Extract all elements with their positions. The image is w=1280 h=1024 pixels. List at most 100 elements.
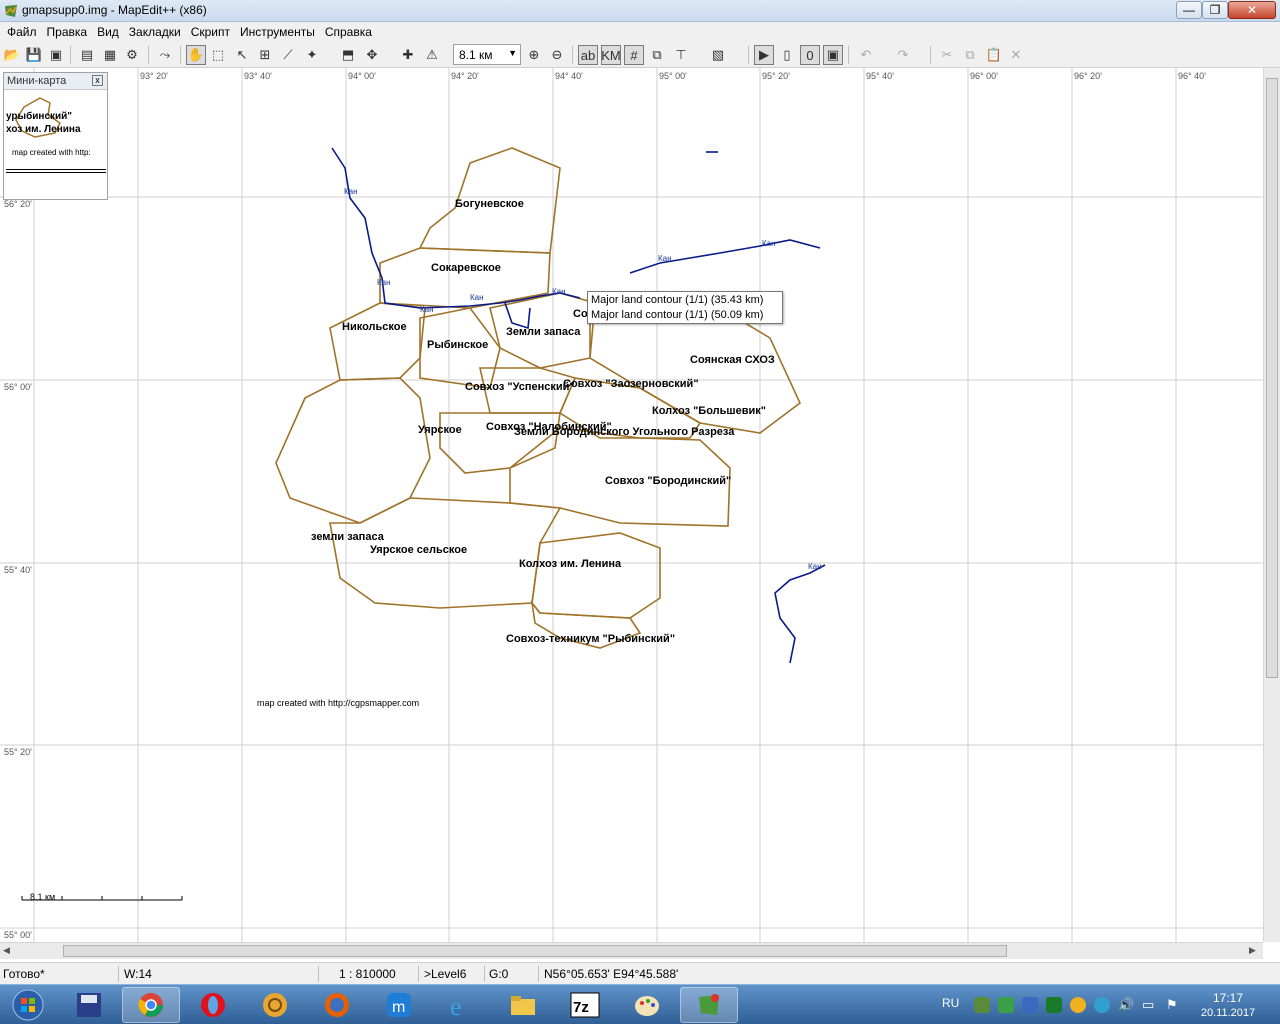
zoom-in-icon[interactable]: ⊕ [524, 45, 544, 65]
place-label[interactable]: Совхоз "Бородинский" [605, 475, 731, 487]
km-icon[interactable]: KM [601, 45, 621, 65]
layer-b-icon[interactable]: ▯ [777, 45, 797, 65]
menu-script[interactable]: Скрипт [186, 25, 235, 39]
map-canvas[interactable]: 93° 20' 93° 40' 94° 00' 94° 20' 94° 40' … [0, 68, 1263, 942]
place-label[interactable]: Уярское [418, 424, 462, 436]
firefox-icon[interactable] [308, 987, 366, 1023]
layer-a-icon[interactable]: ▶ [754, 45, 774, 65]
menu-view[interactable]: Вид [92, 25, 124, 39]
place-label[interactable]: Со [573, 308, 588, 320]
label-icon[interactable]: ab [578, 45, 598, 65]
clock-time[interactable]: 17:17 [1206, 991, 1250, 1005]
opera-icon[interactable] [184, 987, 242, 1023]
paint-icon[interactable] [618, 987, 676, 1023]
horizontal-scrollbar[interactable]: ◀ ▶ [0, 942, 1263, 959]
display-icon[interactable]: ▭ [1142, 997, 1158, 1013]
navigator-icon[interactable] [246, 987, 304, 1023]
scroll-left-icon[interactable]: ◀ [3, 945, 10, 956]
scroll-thumb[interactable] [1266, 78, 1278, 678]
place-label[interactable]: Соянская СХОЗ [690, 354, 775, 366]
place-label[interactable]: Земли Бородинского Угольного Разреза [514, 426, 734, 438]
layer-c-icon[interactable]: 0 [800, 45, 820, 65]
place-label[interactable]: Земли запаса [506, 326, 580, 338]
undo-icon[interactable]: ↶ [856, 45, 876, 65]
vertical-scrollbar[interactable] [1263, 68, 1280, 942]
language-indicator[interactable]: RU [942, 996, 959, 1010]
tray-skype-icon[interactable] [1094, 997, 1110, 1013]
tools-icon[interactable]: ⚙ [122, 45, 142, 65]
redo-icon[interactable]: ↷ [893, 45, 913, 65]
paste-icon[interactable]: 📋 [984, 45, 1004, 65]
poi-icon[interactable]: ⚠ [422, 45, 442, 65]
place-label[interactable]: Богуневское [455, 198, 524, 210]
tree-icon[interactable]: ⧉ [647, 45, 667, 65]
place-label[interactable]: Никольское [342, 321, 407, 333]
place-label[interactable]: Колхоз им. Ленина [519, 558, 621, 570]
place-label[interactable]: Уярское сельское [370, 544, 467, 556]
minimize-button[interactable]: — [1176, 1, 1202, 19]
add-point-icon[interactable]: ✚ [398, 45, 418, 65]
grid-icon[interactable]: # [624, 45, 644, 65]
hand-icon[interactable]: ✋ [186, 45, 206, 65]
maxthon-icon[interactable]: m [370, 987, 428, 1023]
magic-wand-icon[interactable]: ✦ [302, 45, 322, 65]
maximize-button[interactable]: ❐ [1202, 1, 1228, 19]
open-icon[interactable]: 📂 [2, 45, 22, 65]
explorer-icon[interactable] [494, 987, 552, 1023]
export-icon[interactable]: ▣ [46, 45, 66, 65]
tray-shield-icon[interactable] [1022, 997, 1038, 1013]
tray-network-icon[interactable] [974, 997, 990, 1013]
place-label[interactable]: Совхоз-техникум "Рыбинский" [506, 633, 675, 645]
properties-icon[interactable]: ▤ [77, 45, 97, 65]
map-drawing [0, 68, 1263, 942]
place-label[interactable]: Совхоз "Заозерновский" [563, 378, 699, 390]
tray-update-icon[interactable] [1070, 997, 1086, 1013]
menu-edit[interactable]: Правка [42, 25, 93, 39]
close-button[interactable]: ✕ [1228, 1, 1276, 19]
menu-help[interactable]: Справка [320, 25, 377, 39]
place-label[interactable]: Совхоз "Успенский" [465, 381, 575, 393]
chrome-icon[interactable] [122, 987, 180, 1023]
edit-nodes-icon[interactable]: ⊞ [255, 45, 275, 65]
mapedit-icon[interactable] [680, 987, 738, 1023]
scalebar-label: 8.1 км [30, 892, 56, 902]
polyline-icon[interactable]: ⟋ [278, 45, 298, 65]
minimap-panel[interactable]: Мини-карта x урыбинский" хоз им. Ленина … [3, 72, 108, 200]
close-icon[interactable]: x [92, 75, 103, 86]
select-icon[interactable]: ↖ [232, 45, 252, 65]
select-area-icon[interactable]: ⬒ [338, 45, 358, 65]
start-button[interactable] [4, 987, 52, 1023]
clock-date[interactable]: 20.11.2017 [1198, 1007, 1258, 1019]
river-label: Кан [470, 293, 484, 302]
layers-icon[interactable]: ▦ [100, 45, 120, 65]
zoom-out-icon[interactable]: ⊖ [547, 45, 567, 65]
place-label[interactable]: земли запаса [311, 531, 384, 543]
volume-icon[interactable]: 🔊 [1118, 997, 1134, 1013]
tray-pencil-icon[interactable] [998, 997, 1014, 1013]
flag-icon[interactable]: ⚑ [1166, 997, 1182, 1013]
route-icon[interactable]: ⤳ [155, 45, 175, 65]
menu-bookmarks[interactable]: Закладки [124, 25, 186, 39]
zoom-rect-icon[interactable]: ⬚ [208, 45, 228, 65]
place-label[interactable]: Рыбинское [427, 339, 488, 351]
save-icon[interactable]: 💾 [24, 45, 44, 65]
save-app-icon[interactable] [60, 987, 118, 1023]
title-bar[interactable]: gmapsupp0.img - MapEdit++ (x86) — ❐ ✕ [0, 0, 1280, 22]
scroll-right-icon[interactable]: ▶ [1249, 945, 1256, 956]
layer-d-icon[interactable]: ▣ [823, 45, 843, 65]
ie-icon[interactable]: e [432, 987, 490, 1023]
menu-tools[interactable]: Инструменты [235, 25, 320, 39]
place-label[interactable]: Сокаревское [431, 262, 501, 274]
place-label[interactable]: Колхоз "Большевик" [652, 405, 766, 417]
menu-file[interactable]: Файл [2, 25, 42, 39]
split-icon[interactable]: ⊤ [671, 45, 691, 65]
delete-icon[interactable]: ✕ [1006, 45, 1026, 65]
7zip-icon[interactable]: 7z [556, 987, 614, 1023]
copy-icon[interactable]: ⧉ [960, 45, 980, 65]
cut-icon[interactable]: ✂ [937, 45, 957, 65]
scroll-thumb[interactable] [63, 945, 1007, 957]
image-icon[interactable]: ▧ [708, 45, 728, 65]
tray-nvidia-icon[interactable] [1046, 997, 1062, 1013]
scale-dropdown[interactable]: 8.1 км ▼ [453, 44, 521, 65]
move-icon[interactable]: ✥ [362, 45, 382, 65]
